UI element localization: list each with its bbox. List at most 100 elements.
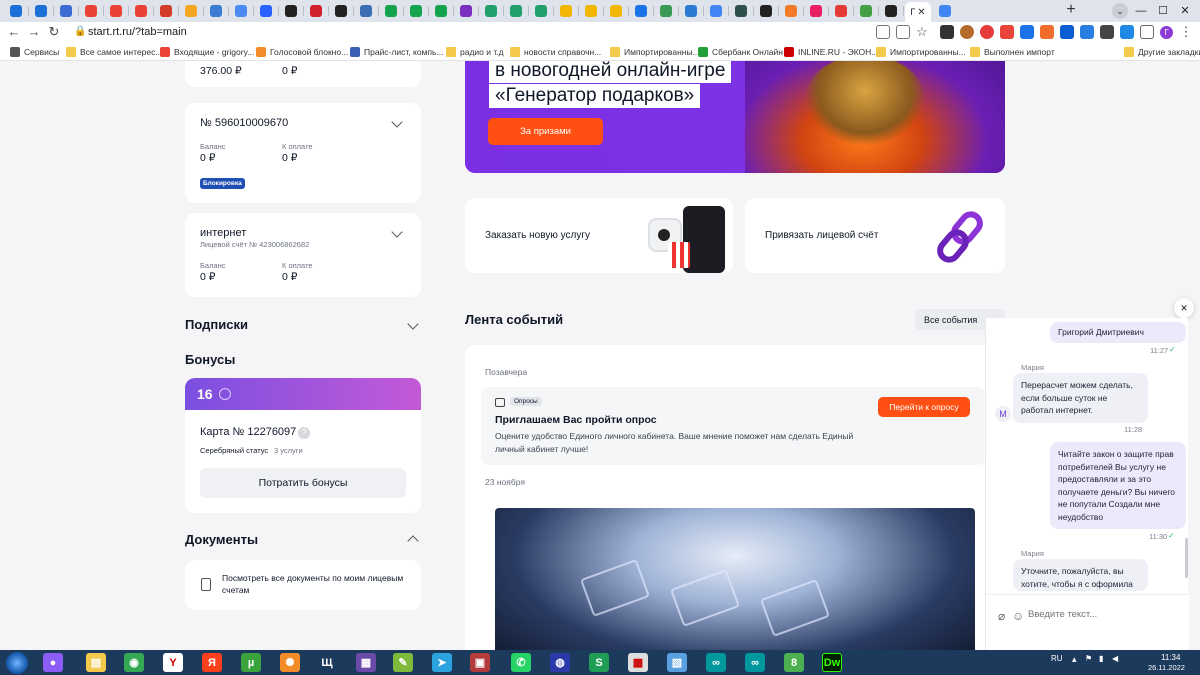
spend-bonuses-button[interactable]: Потратить бонусы xyxy=(200,468,406,498)
tab-search-button[interactable]: ⌄ xyxy=(1112,3,1128,19)
bookmark-item[interactable]: новости справочн... xyxy=(510,46,601,58)
extension-1-icon[interactable] xyxy=(940,25,954,39)
chevron-down-icon[interactable] xyxy=(391,116,403,128)
subscriptions-heading[interactable]: Подписки xyxy=(185,317,248,332)
app-u-icon[interactable]: Щ xyxy=(317,653,337,672)
yandex-browser-icon[interactable]: Y xyxy=(163,653,183,672)
browser-tab[interactable] xyxy=(180,3,204,19)
promo-prizes-button[interactable]: За призами xyxy=(488,118,603,145)
browser-tab[interactable] xyxy=(130,3,154,19)
bookmark-star-icon[interactable]: ☆ xyxy=(914,24,930,40)
language-indicator[interactable]: RU xyxy=(1051,654,1063,663)
notepad-icon[interactable]: ✎ xyxy=(393,653,413,672)
browser-tab[interactable] xyxy=(555,3,579,19)
s-app-icon[interactable]: S xyxy=(589,653,609,672)
explorer-icon[interactable]: ▤ xyxy=(86,653,106,672)
emoji-icon[interactable]: ☺ xyxy=(1012,609,1024,623)
bookmark-item[interactable]: Импортированны... xyxy=(610,46,700,58)
network-icon[interactable]: ▮ xyxy=(1099,654,1103,663)
minimize-button[interactable]: — xyxy=(1130,2,1152,20)
promo-banner[interactable]: в новогодней онлайн-игре «Генератор пода… xyxy=(465,61,1005,173)
chevron-down-icon[interactable] xyxy=(391,226,403,238)
xnview-icon[interactable]: ✺ xyxy=(280,653,300,672)
browser-tab[interactable] xyxy=(580,3,604,19)
browser-tab[interactable] xyxy=(505,3,529,19)
browser-tab[interactable] xyxy=(280,3,304,19)
whatsapp-icon[interactable]: ✆ xyxy=(511,653,531,672)
extension-4-icon[interactable] xyxy=(1000,25,1014,39)
bookmark-item[interactable]: Импортированны... xyxy=(876,46,966,58)
volume-icon[interactable]: ◀ xyxy=(1112,654,1118,663)
browser-tab[interactable] xyxy=(680,3,704,19)
close-tab-icon[interactable]: ✕ xyxy=(917,7,925,18)
start-button-icon[interactable] xyxy=(6,652,28,674)
screen-icon[interactable]: ▧ xyxy=(667,653,687,672)
maximize-button[interactable]: ☐ xyxy=(1152,2,1174,20)
bookmark-item[interactable]: Сервисы xyxy=(10,46,59,58)
forward-icon[interactable]: → xyxy=(26,24,42,40)
chat-scrollbar-thumb[interactable] xyxy=(1185,538,1188,578)
browser-tab[interactable] xyxy=(780,3,804,19)
bookmark-item[interactable]: INLINE.RU - ЭКОН... xyxy=(784,46,878,58)
extension-8-icon[interactable] xyxy=(1080,25,1094,39)
browser-tab[interactable] xyxy=(305,3,329,19)
browser-tab[interactable] xyxy=(805,3,829,19)
browser-tab[interactable] xyxy=(855,3,879,19)
browser-tab[interactable] xyxy=(380,3,404,19)
browser-tab[interactable] xyxy=(655,3,679,19)
order-service-tile[interactable]: Заказать новую услугу xyxy=(465,198,733,273)
documents-link[interactable]: Посмотреть все документы по моим лицевым… xyxy=(222,572,407,596)
extension-9-icon[interactable] xyxy=(1100,25,1114,39)
reload-icon[interactable]: ↻ xyxy=(46,24,62,40)
browser-tab[interactable] xyxy=(205,3,229,19)
browser-tab[interactable] xyxy=(330,3,354,19)
alice-icon[interactable]: ● xyxy=(43,653,63,672)
chat-message-input[interactable] xyxy=(1028,605,1178,623)
browser-tab[interactable] xyxy=(880,3,904,19)
documents-card[interactable]: Посмотреть все документы по моим лицевым… xyxy=(185,560,421,610)
browser-tab[interactable] xyxy=(80,3,104,19)
extension-3-icon[interactable] xyxy=(980,25,994,39)
qr-icon[interactable]: ▩ xyxy=(628,653,648,672)
help-icon[interactable]: ? xyxy=(298,427,310,439)
extension-10-icon[interactable] xyxy=(1120,25,1134,39)
bookmark-item[interactable]: Выполнен импорт xyxy=(970,46,1055,58)
globe-icon[interactable]: ◍ xyxy=(550,653,570,672)
bookmark-item[interactable]: Входящие - grigory... xyxy=(160,46,254,58)
go-to-survey-button[interactable]: Перейти к опросу xyxy=(878,397,970,417)
browser-menu-icon[interactable]: ⋮ xyxy=(1178,24,1194,40)
chevron-down-icon[interactable] xyxy=(407,318,419,330)
bookmark-item[interactable]: Голосовой блокно... xyxy=(256,46,348,58)
clock-time[interactable]: 11:34 xyxy=(1161,653,1180,662)
browser-tab[interactable] xyxy=(30,3,54,19)
bookmark-item[interactable]: Все самое интерес... xyxy=(66,46,162,58)
telegram-icon[interactable]: ➤ xyxy=(432,653,452,672)
flag-icon[interactable]: ⚑ xyxy=(1085,654,1092,663)
back-icon[interactable]: ← xyxy=(6,24,22,40)
new-tab-button[interactable]: + xyxy=(1062,2,1080,20)
browser-tab[interactable] xyxy=(230,3,254,19)
close-window-button[interactable]: ✕ xyxy=(1174,2,1196,20)
browser-tab[interactable] xyxy=(55,3,79,19)
browser-tab[interactable] xyxy=(530,3,554,19)
utorrent-icon[interactable]: µ xyxy=(241,653,261,672)
extension-2-icon[interactable] xyxy=(960,25,974,39)
browser-tab[interactable] xyxy=(5,3,29,19)
browser-tab[interactable] xyxy=(830,3,854,19)
dreamweaver-icon[interactable]: Dw xyxy=(822,653,842,672)
calculator-icon[interactable]: ▣ xyxy=(470,653,490,672)
chevron-up-icon[interactable] xyxy=(407,535,419,547)
install-app-icon[interactable] xyxy=(876,25,890,39)
link-account-tile[interactable]: Привязать лицевой счёт xyxy=(745,198,1005,273)
browser-tab[interactable] xyxy=(934,3,956,19)
browser-tab[interactable] xyxy=(430,3,454,19)
profile-avatar[interactable]: Г xyxy=(1160,26,1173,39)
extension-7-icon[interactable] xyxy=(1060,25,1074,39)
chat-close-button[interactable]: ✕ xyxy=(1174,298,1194,318)
paperclip-icon[interactable]: ⌀ xyxy=(998,609,1005,623)
browser-tab[interactable] xyxy=(755,3,779,19)
bookmark-item[interactable]: Прайс-лист, компь... xyxy=(350,46,444,58)
extension-6-icon[interactable] xyxy=(1040,25,1054,39)
browser-tab[interactable] xyxy=(405,3,429,19)
browser-tab[interactable] xyxy=(605,3,629,19)
